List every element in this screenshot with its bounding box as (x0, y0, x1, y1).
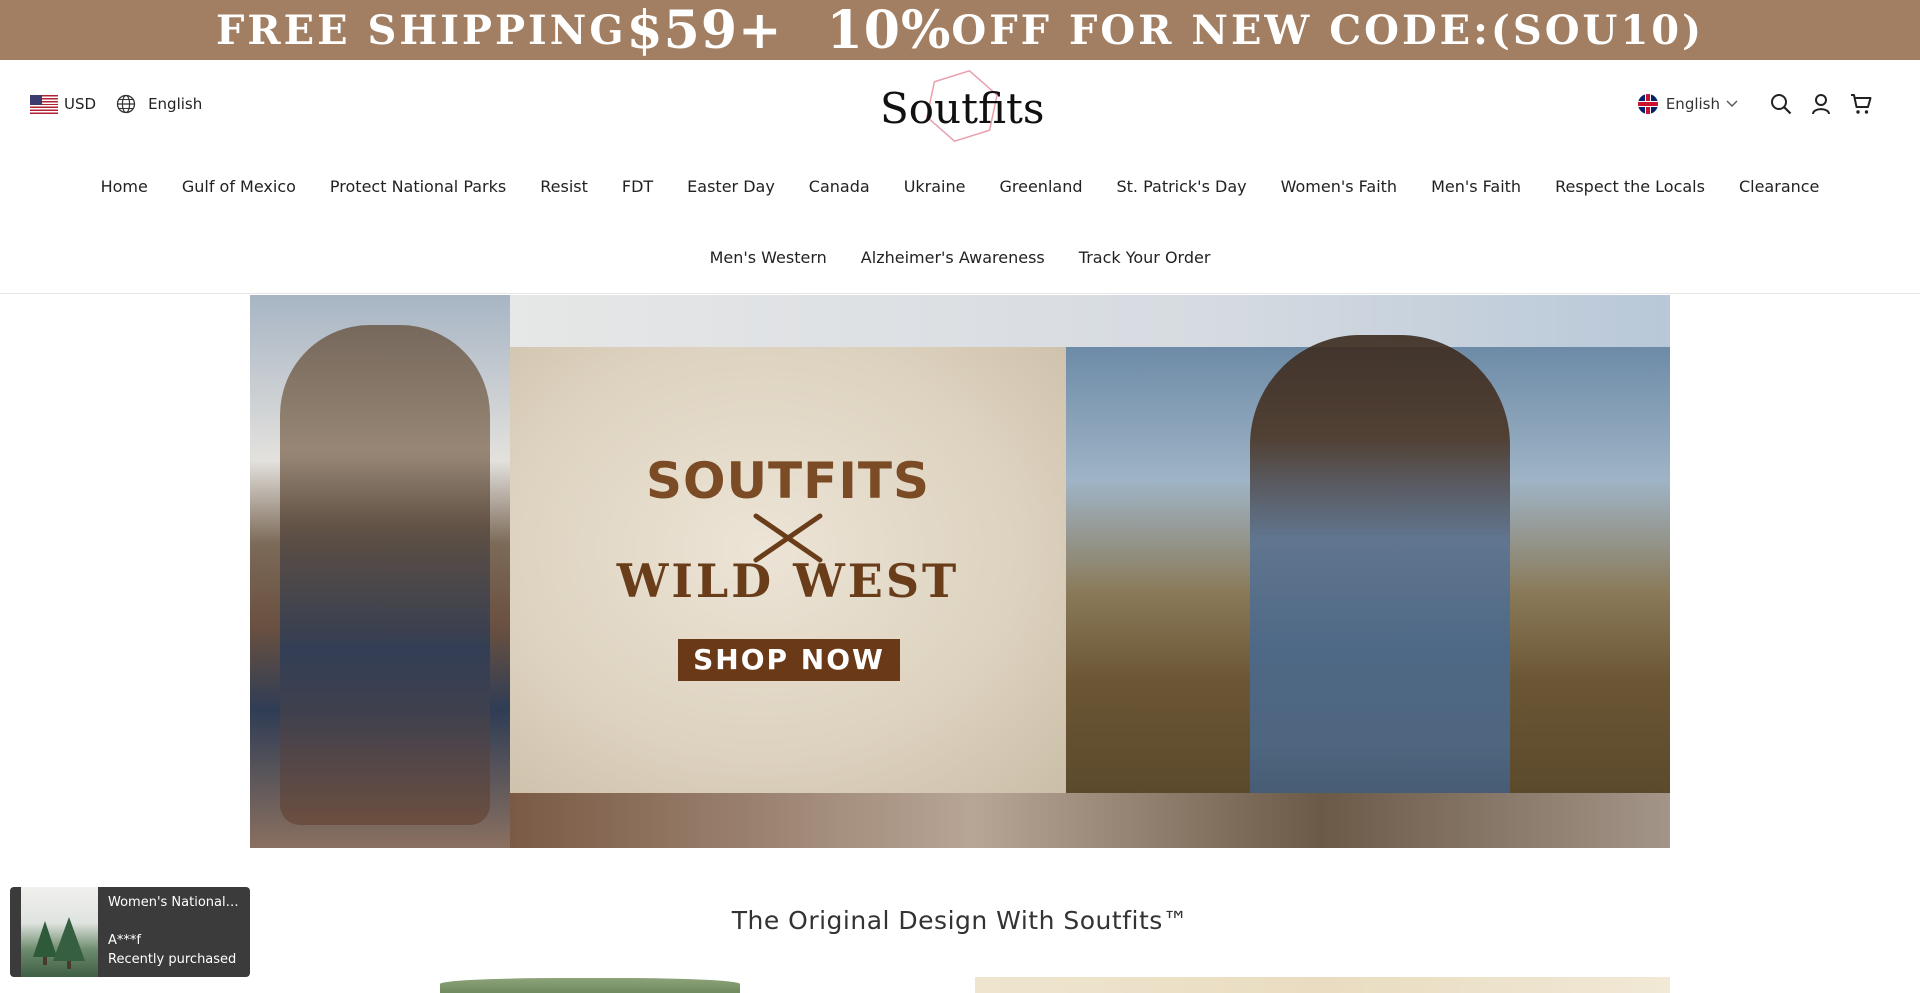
nav-item-home[interactable]: Home (84, 177, 165, 196)
nav-item-clearance[interactable]: Clearance (1722, 177, 1836, 196)
tree-icon (33, 917, 85, 969)
globe-icon[interactable] (116, 94, 136, 114)
account-icon[interactable] (1810, 93, 1832, 115)
nav-item-resist[interactable]: Resist (523, 177, 605, 196)
popup-product-thumbnail (21, 887, 98, 977)
language-selector-right[interactable]: English (1666, 95, 1720, 113)
logo-text: Soutfits (880, 84, 1045, 133)
nav-item-alzheimers-awareness[interactable]: Alzheimer's Awareness (844, 248, 1062, 267)
nav-item-mens-faith[interactable]: Men's Faith (1414, 177, 1538, 196)
product-card-image[interactable] (440, 978, 740, 993)
nav-row-primary: Home Gulf of Mexico Protect National Par… (0, 177, 1920, 196)
hero-paper-panel: SOUTFITS WILD WEST SHOP NOW (510, 347, 1066, 793)
header-actions: English (1637, 93, 1872, 115)
product-card-image[interactable] (975, 977, 1670, 993)
nav-item-womens-faith[interactable]: Women's Faith (1264, 177, 1414, 196)
locale-selector: USD English (30, 94, 202, 114)
cart-icon[interactable] (1850, 93, 1872, 115)
main-navigation: Home Gulf of Mexico Protect National Par… (0, 150, 1920, 294)
announcement-discount: 10% (826, 0, 952, 61)
nav-item-respect-the-locals[interactable]: Respect the Locals (1538, 177, 1722, 196)
site-logo[interactable]: Soutfits (880, 66, 1045, 146)
nav-item-protect-national-parks[interactable]: Protect National Parks (313, 177, 523, 196)
popup-product-name: Women's National ... (108, 895, 240, 910)
nav-item-gulf-of-mexico[interactable]: Gulf of Mexico (165, 177, 313, 196)
announcement-bar: FREE SHIPPING $59+ 10% OFF FOR NEW CODE:… (0, 0, 1920, 61)
hero-brand-title: SOUTFITS (645, 452, 931, 510)
nav-item-mens-western[interactable]: Men's Western (693, 248, 844, 267)
site-header: USD English Soutfits English (0, 60, 1920, 150)
hero-subtitle: WILD WEST (616, 554, 960, 608)
nav-item-easter-day[interactable]: Easter Day (670, 177, 792, 196)
announcement-code: OFF FOR NEW CODE:(SOU10) (951, 6, 1705, 54)
announcement-shipping: FREE SHIPPING (215, 6, 627, 54)
cowboy-figure (1250, 335, 1510, 848)
nav-item-fdt[interactable]: FDT (605, 177, 670, 196)
rider-figure (280, 325, 490, 825)
popup-customer: A***f (108, 933, 141, 948)
language-selector-left[interactable]: English (148, 95, 202, 113)
hero-sky-strip (510, 295, 1670, 347)
shop-now-button[interactable]: SHOP NOW (678, 639, 900, 681)
search-icon[interactable] (1770, 93, 1792, 115)
nav-row-secondary: Men's Western Alzheimer's Awareness Trac… (0, 248, 1920, 267)
nav-item-canada[interactable]: Canada (792, 177, 887, 196)
recent-purchase-popup[interactable]: Women's National ... A***f Recently purc… (10, 887, 250, 977)
nav-item-greenland[interactable]: Greenland (982, 177, 1099, 196)
nav-item-track-your-order[interactable]: Track Your Order (1062, 248, 1228, 267)
currency-selector[interactable]: USD (64, 95, 96, 113)
chevron-down-icon[interactable] (1726, 100, 1738, 108)
announcement-threshold: $59+ (626, 0, 783, 61)
section-title: The Original Design With Soutfits™ (731, 906, 1189, 935)
nav-item-ukraine[interactable]: Ukraine (887, 177, 983, 196)
us-flag-icon[interactable] (30, 94, 58, 114)
nav-item-st-patricks-day[interactable]: St. Patrick's Day (1099, 177, 1263, 196)
popup-status: Recently purchased (108, 952, 237, 967)
uk-flag-icon[interactable] (1637, 94, 1658, 114)
hero-bottom-strip (510, 793, 1670, 848)
hero-banner[interactable]: SOUTFITS WILD WEST SHOP NOW (250, 295, 1670, 848)
